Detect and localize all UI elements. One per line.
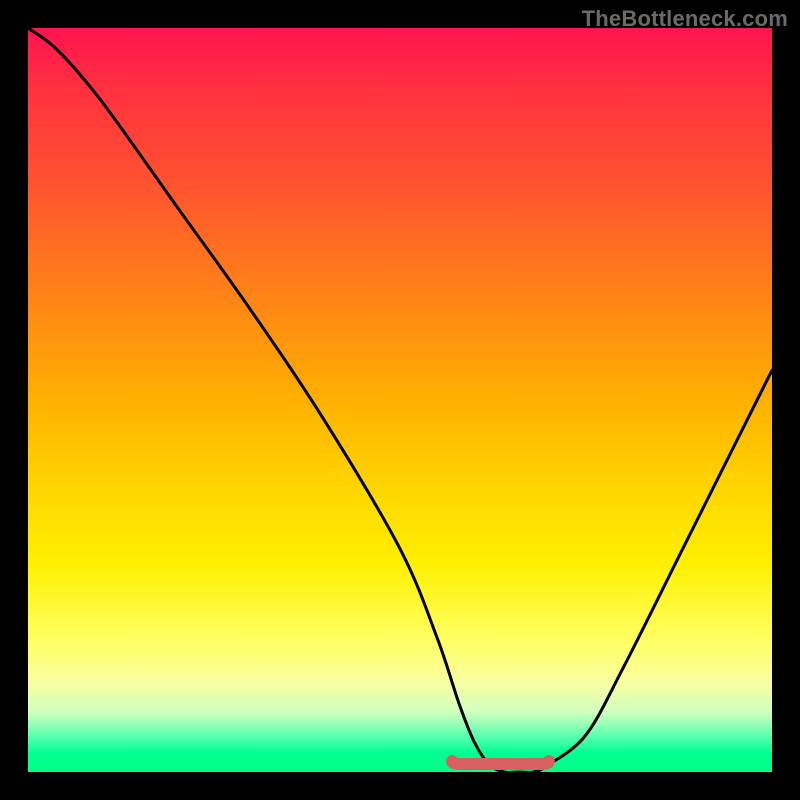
watermark-text: TheBottleneck.com bbox=[582, 6, 788, 32]
chart-plot-area bbox=[28, 28, 772, 772]
chart-svg bbox=[28, 28, 772, 772]
optimal-range-marker bbox=[452, 761, 549, 764]
bottleneck-curve-path bbox=[28, 28, 772, 772]
chart-frame: TheBottleneck.com bbox=[0, 0, 800, 800]
